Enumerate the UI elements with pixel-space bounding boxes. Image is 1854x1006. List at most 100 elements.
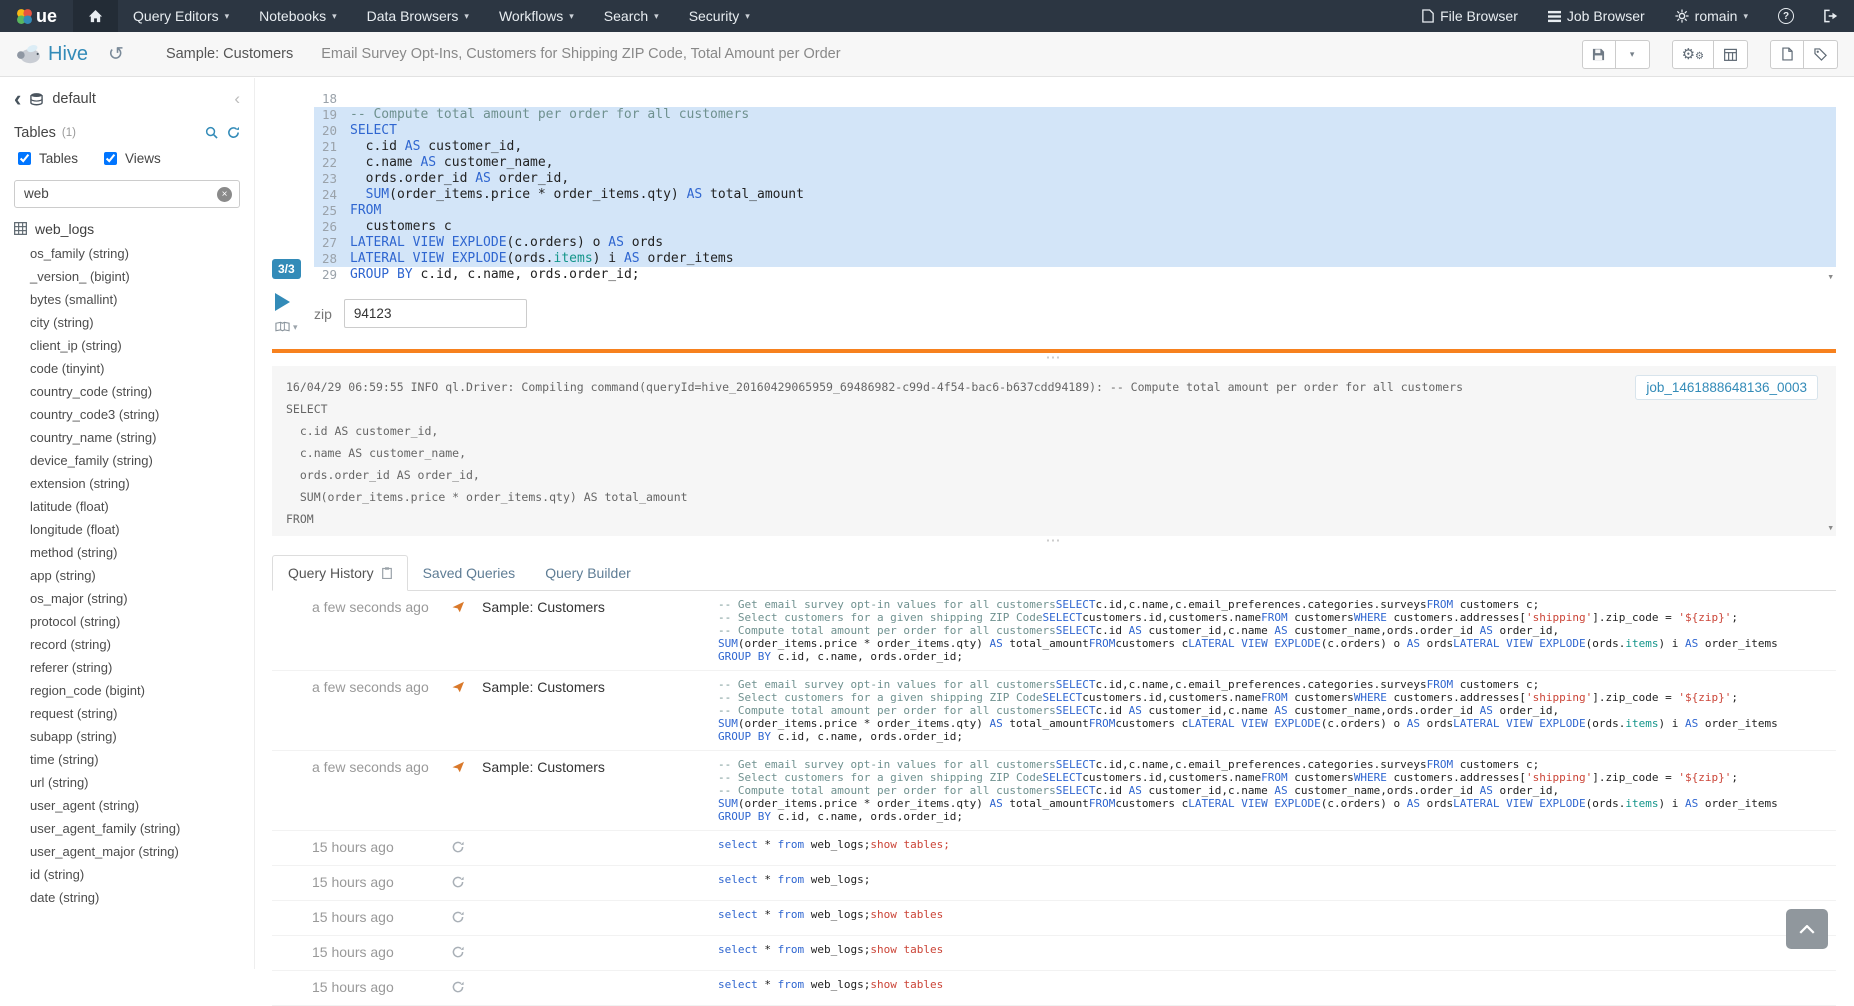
sql-editor[interactable]: 1819-- Compute total amount per order fo… <box>314 91 1836 283</box>
nav-signout-button[interactable] <box>1809 0 1854 32</box>
table-filter-input[interactable] <box>14 180 240 208</box>
column-item[interactable]: request (string) <box>14 702 240 725</box>
history-row[interactable]: 15 hours agoselect * from web_logs;show … <box>272 901 1836 936</box>
sql-token: SELECT <box>1043 611 1083 624</box>
results-map-button[interactable]: ▾ <box>275 321 298 333</box>
nav-menu-security[interactable]: Security▾ <box>674 0 765 32</box>
column-item[interactable]: method (string) <box>14 541 240 564</box>
column-item[interactable]: user_agent (string) <box>14 794 240 817</box>
history-row[interactable]: a few seconds agoSample: Customers-- Get… <box>272 591 1836 671</box>
editor-line[interactable]: 23 ords.order_id AS order_id, <box>314 171 1836 187</box>
nav-menu-search[interactable]: Search▾ <box>589 0 674 32</box>
history-row[interactable]: a few seconds agoSample: Customers-- Get… <box>272 751 1836 831</box>
editor-line[interactable]: 18 <box>314 91 1836 107</box>
back-icon[interactable]: ‹ <box>14 90 21 108</box>
history-query-text: select * from web_logs;show tables <box>718 978 1836 991</box>
scroll-to-top-button[interactable] <box>1786 909 1828 949</box>
history-row[interactable]: a few seconds agoSample: Customers-- Get… <box>272 671 1836 751</box>
column-item[interactable]: _version_ (bigint) <box>14 265 240 288</box>
sql-token: FROM <box>1261 691 1288 704</box>
column-item[interactable]: user_agent_family (string) <box>14 817 240 840</box>
tab-query-history[interactable]: Query History <box>272 555 408 591</box>
log-scrollbar-down-icon[interactable]: ▾ <box>1827 521 1834 534</box>
editor-line[interactable]: 20SELECT <box>314 123 1836 139</box>
variable-zip-input[interactable] <box>344 299 527 328</box>
column-item[interactable]: referer (string) <box>14 656 240 679</box>
settings-button[interactable]: ⚙⚙ <box>1672 40 1714 69</box>
save-button[interactable] <box>1582 40 1616 69</box>
editor-line[interactable]: 26 customers c <box>314 219 1836 235</box>
editor-line[interactable]: 19-- Compute total amount per order for … <box>314 107 1836 123</box>
history-resize-handle[interactable]: ⋯ <box>272 536 1836 549</box>
column-item[interactable]: url (string) <box>14 771 240 794</box>
views-checkbox[interactable] <box>104 152 117 165</box>
job-link[interactable]: job_1461888648136_0003 <box>1635 375 1818 400</box>
column-item[interactable]: os_major (string) <box>14 587 240 610</box>
history-row[interactable]: 15 hours agoselect * from web_logs;show … <box>272 936 1836 971</box>
column-item[interactable]: os_family (string) <box>14 242 240 265</box>
editor-line[interactable]: 21 c.id AS customer_id, <box>314 139 1836 155</box>
collapse-sidebar-icon[interactable]: ‹ <box>234 92 240 106</box>
nav-file-browser[interactable]: File Browser <box>1407 0 1533 32</box>
table-item-web-logs[interactable]: web_logs <box>14 212 240 242</box>
column-item[interactable]: app (string) <box>14 564 240 587</box>
save-dropdown-button[interactable]: ▾ <box>1616 40 1650 69</box>
tab-label: Query History <box>288 565 374 581</box>
column-item[interactable]: bytes (smallint) <box>14 288 240 311</box>
editor-line[interactable]: 29GROUP BY c.id, c.name, ords.order_id; <box>314 267 1836 283</box>
editor-line[interactable]: 24 SUM(order_items.price * order_items.q… <box>314 187 1836 203</box>
new-document-button[interactable] <box>1770 40 1804 69</box>
sql-token: c.id,c.name,c.email_preferences.categori… <box>1096 678 1427 691</box>
column-item[interactable]: user_agent_major (string) <box>14 840 240 863</box>
history-row[interactable]: 15 hours agoselect * from web_logs; <box>272 866 1836 901</box>
column-item[interactable]: protocol (string) <box>14 610 240 633</box>
column-item[interactable]: region_code (bigint) <box>14 679 240 702</box>
column-item[interactable]: record (string) <box>14 633 240 656</box>
nav-menu-notebooks[interactable]: Notebooks▾ <box>244 0 351 32</box>
history-row[interactable]: 15 hours agoselect * from web_logs;show … <box>272 831 1836 866</box>
column-item[interactable]: extension (string) <box>14 472 240 495</box>
table-refresh-button[interactable] <box>227 126 240 139</box>
column-item[interactable]: longitude (float) <box>14 518 240 541</box>
nav-job-browser[interactable]: Job Browser <box>1533 0 1660 32</box>
editor-line[interactable]: 25FROM <box>314 203 1836 219</box>
column-item[interactable]: city (string) <box>14 311 240 334</box>
column-item[interactable]: code (tinyint) <box>14 357 240 380</box>
column-item[interactable]: subapp (string) <box>14 725 240 748</box>
tab-query-builder[interactable]: Query Builder <box>530 555 646 590</box>
tags-button[interactable] <box>1804 40 1838 69</box>
editor-line[interactable]: 28LATERAL VIEW EXPLODE(ords.items) i AS … <box>314 251 1836 267</box>
clear-filter-icon[interactable]: × <box>217 187 232 202</box>
column-item[interactable]: country_code3 (string) <box>14 403 240 426</box>
column-item[interactable]: country_name (string) <box>14 426 240 449</box>
editor-line[interactable]: 27LATERAL VIEW EXPLODE(c.orders) o AS or… <box>314 235 1836 251</box>
column-item[interactable]: time (string) <box>14 748 240 771</box>
column-item[interactable]: client_ip (string) <box>14 334 240 357</box>
history-row[interactable]: 15 hours agoselect * from web_logs;show … <box>272 971 1836 1006</box>
tables-checkbox[interactable] <box>18 152 31 165</box>
nav-user-menu[interactable]: romain ▾ <box>1660 0 1763 32</box>
column-item[interactable]: device_family (string) <box>14 449 240 472</box>
nav-menu-data-browsers[interactable]: Data Browsers▾ <box>352 0 484 32</box>
nav-menu-workflows[interactable]: Workflows▾ <box>484 0 589 32</box>
hue-logo[interactable]: ue <box>0 0 73 32</box>
execute-button[interactable] <box>275 293 290 311</box>
tab-saved-queries[interactable]: Saved Queries <box>408 555 531 590</box>
editor-scrollbar-down-icon[interactable]: ▾ <box>1827 270 1834 283</box>
nav-menu-query-editors[interactable]: Query Editors▾ <box>118 0 244 32</box>
nav-home-button[interactable] <box>73 0 118 32</box>
sql-token: -- Select customers for a given shipping… <box>718 691 1043 704</box>
nav-help-button[interactable]: ? <box>1763 0 1809 32</box>
log-resize-handle[interactable]: ⋯ <box>272 353 1836 366</box>
column-item[interactable]: date (string) <box>14 886 240 909</box>
query-history-icon[interactable]: ↺ <box>108 45 124 64</box>
table-search-button[interactable] <box>205 126 218 139</box>
column-item[interactable]: country_code (string) <box>14 380 240 403</box>
column-item[interactable]: id (string) <box>14 863 240 886</box>
sql-token: customers.addresses[ <box>1387 691 1526 704</box>
scheduler-button[interactable] <box>1714 40 1748 69</box>
editor-line[interactable]: 22 c.name AS customer_name, <box>314 155 1836 171</box>
database-name[interactable]: default <box>52 91 96 107</box>
filter-checkboxes: Tables Views <box>14 146 240 171</box>
column-item[interactable]: latitude (float) <box>14 495 240 518</box>
